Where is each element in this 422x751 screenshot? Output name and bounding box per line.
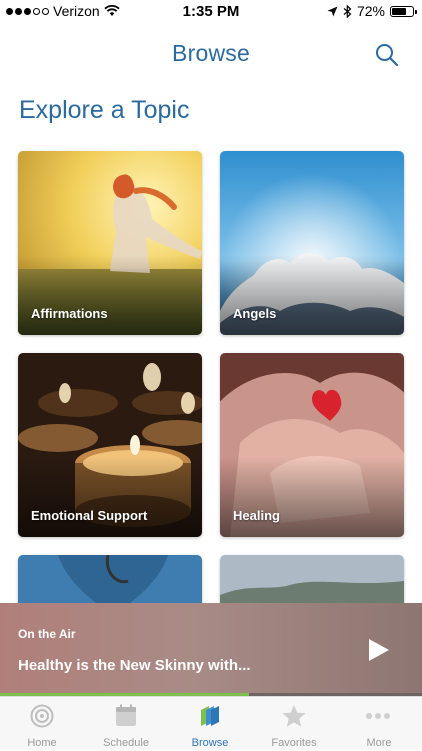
- tab-label: Favorites: [271, 737, 317, 749]
- topic-label: Healing: [233, 508, 280, 523]
- play-icon[interactable]: [368, 638, 390, 662]
- tab-home[interactable]: Home: [0, 697, 84, 751]
- topic-tile-affirmations[interactable]: Affirmations: [18, 151, 202, 335]
- tab-label: Schedule: [103, 737, 149, 749]
- bluetooth-icon: [343, 4, 352, 18]
- now-playing-title: Healthy is the New Skinny with...: [18, 657, 251, 674]
- tab-more[interactable]: More: [336, 697, 422, 751]
- topic-label: Emotional Support: [31, 508, 148, 523]
- section-title: Explore a Topic: [19, 96, 190, 124]
- tab-bar: Home Schedule Browse Favorites More: [0, 696, 422, 750]
- search-icon[interactable]: [374, 42, 400, 68]
- tab-browse[interactable]: Browse: [168, 697, 252, 751]
- tab-favorites[interactable]: Favorites: [252, 697, 336, 751]
- tab-schedule[interactable]: Schedule: [84, 697, 168, 751]
- battery-icon: [390, 5, 417, 17]
- radio-icon: [30, 704, 54, 728]
- topic-tile-emotional-support[interactable]: Emotional Support: [18, 353, 202, 537]
- status-bar: Verizon 1:35 PM 72%: [0, 0, 422, 24]
- topic-label: Angels: [233, 306, 277, 321]
- tab-label: Browse: [191, 737, 229, 749]
- on-air-label: On the Air: [18, 627, 76, 641]
- calendar-icon: [116, 704, 136, 726]
- ellipsis-icon: [366, 713, 390, 719]
- topic-label: Affirmations: [31, 306, 108, 321]
- stack-icon: [201, 706, 219, 726]
- topic-tile-healing[interactable]: Healing: [220, 353, 404, 537]
- star-icon: [282, 705, 306, 727]
- status-right: 72%: [327, 3, 417, 19]
- tab-label: Home: [27, 737, 57, 749]
- topic-tile-angels[interactable]: Angels: [220, 151, 404, 335]
- battery-percent: 72%: [356, 3, 385, 19]
- location-arrow-icon: [327, 6, 338, 16]
- now-playing-bar[interactable]: On the Air Healthy is the New Skinny wit…: [0, 603, 422, 693]
- page-title: Browse: [172, 40, 250, 66]
- tab-label: More: [366, 737, 392, 749]
